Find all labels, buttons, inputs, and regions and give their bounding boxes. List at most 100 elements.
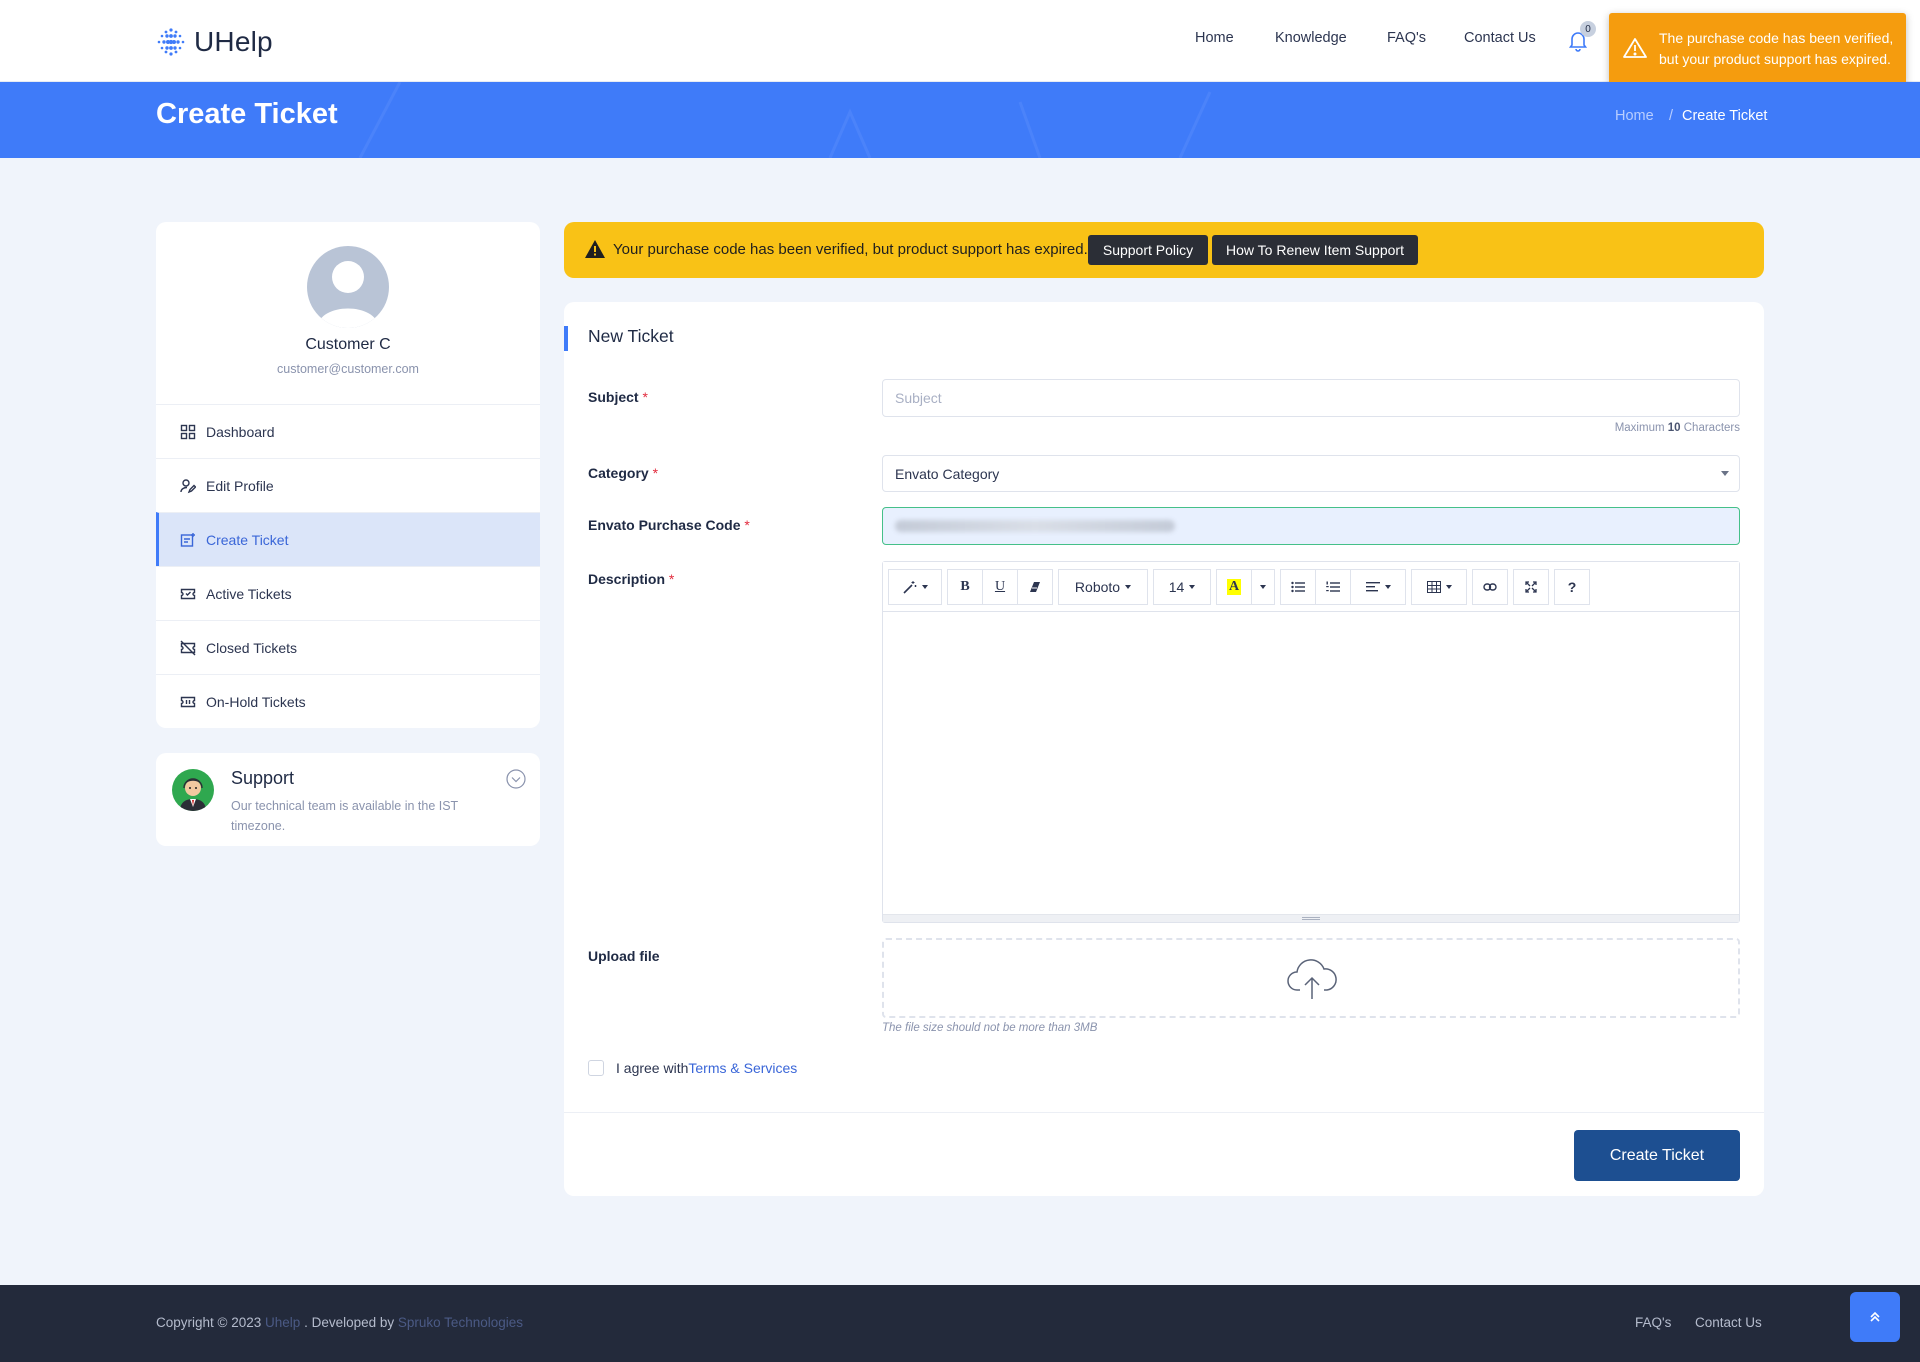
nav-knowledge[interactable]: Knowledge xyxy=(1275,30,1347,46)
category-value: Envato Category xyxy=(895,465,1000,482)
sidebar-item-label: Edit Profile xyxy=(206,477,274,494)
bullet-list-icon xyxy=(1291,581,1305,593)
bullet-list-button[interactable] xyxy=(1280,569,1316,605)
sidebar-item-label: On-Hold Tickets xyxy=(206,693,306,710)
fullscreen-button[interactable] xyxy=(1513,569,1549,605)
profile-email: customer@customer.com xyxy=(277,362,419,376)
text-color-dropdown[interactable] xyxy=(1251,569,1275,605)
alert-message: Your purchase code has been verified, bu… xyxy=(613,241,1088,258)
support-expired-alert: Your purchase code has been verified, bu… xyxy=(564,222,1764,278)
sidebar-item-label: Active Tickets xyxy=(206,585,292,602)
paragraph-align-dropdown[interactable] xyxy=(1350,569,1406,605)
avatar xyxy=(307,246,389,328)
footer-brand-link[interactable]: Uhelp xyxy=(265,1315,300,1330)
warning-icon xyxy=(585,240,605,258)
logo-icon xyxy=(157,28,185,56)
renew-support-button[interactable]: How To Renew Item Support xyxy=(1212,235,1418,265)
category-select[interactable]: Envato Category xyxy=(882,455,1740,492)
edit-profile-icon xyxy=(180,479,196,494)
support-policy-button[interactable]: Support Policy xyxy=(1088,235,1208,265)
sidebar-item-active-tickets[interactable]: Active Tickets xyxy=(156,566,540,620)
purchase-code-blurred-value xyxy=(895,520,1175,532)
category-label: Category * xyxy=(588,465,659,481)
terms-link[interactable]: Terms & Services xyxy=(688,1060,797,1076)
help-button[interactable]: ? xyxy=(1554,569,1590,605)
underline-button[interactable]: U xyxy=(982,569,1018,605)
eraser-icon xyxy=(1030,582,1040,592)
onhold-ticket-icon xyxy=(180,696,196,708)
table-dropdown[interactable] xyxy=(1411,569,1467,605)
purchase-code-input[interactable] xyxy=(882,507,1740,545)
profile-card: Customer C customer@customer.com Dashboa… xyxy=(156,222,540,728)
chevron-down-circle-icon[interactable] xyxy=(506,769,526,789)
form-title: New Ticket xyxy=(588,326,674,346)
agree-text: I agree with xyxy=(616,1060,689,1076)
sidebar-item-label: Dashboard xyxy=(206,423,275,440)
ticket-icon xyxy=(180,588,196,600)
font-color-icon: A xyxy=(1226,579,1242,595)
font-family-dropdown[interactable]: Roboto xyxy=(1058,569,1148,605)
site-footer: Copyright © 2023 Uhelp . Developed by Sp… xyxy=(0,1285,1920,1362)
closed-ticket-icon xyxy=(180,640,196,656)
fullscreen-icon xyxy=(1525,581,1537,593)
brand-logo[interactable]: UHelp xyxy=(156,26,273,58)
sidebar-item-create-ticket[interactable]: Create Ticket xyxy=(156,512,540,566)
support-agent-icon xyxy=(180,778,206,811)
nav-contact-us[interactable]: Contact Us xyxy=(1464,30,1536,46)
new-ticket-form: New Ticket Subject * Subject Maximum 10 … xyxy=(564,302,1764,1196)
description-label: Description * xyxy=(588,571,675,587)
breadcrumb-separator: / xyxy=(1669,108,1674,124)
page-title: Create Ticket xyxy=(156,98,338,130)
chevron-down-icon xyxy=(1721,471,1729,476)
sidebar-item-label: Closed Tickets xyxy=(206,639,298,656)
bold-button[interactable]: B xyxy=(947,569,983,605)
form-footer-divider xyxy=(564,1112,1764,1113)
breadcrumb-current: Create Ticket xyxy=(1682,108,1768,124)
create-ticket-button[interactable]: Create Ticket xyxy=(1574,1130,1740,1181)
description-editor[interactable]: B U Roboto 14 A ? xyxy=(882,561,1740,923)
subject-label: Subject * xyxy=(588,389,648,405)
profile-name: Customer C xyxy=(305,336,391,353)
magic-style-button[interactable] xyxy=(888,569,942,605)
nav-home[interactable]: Home xyxy=(1195,30,1234,46)
terms-agreement: I agree with Terms & Services xyxy=(588,1060,797,1076)
terms-checkbox[interactable] xyxy=(588,1060,604,1076)
ordered-list-button[interactable] xyxy=(1315,569,1351,605)
editor-resize-handle[interactable] xyxy=(883,914,1739,922)
insert-link-button[interactable] xyxy=(1472,569,1508,605)
user-silhouette-icon xyxy=(317,261,379,328)
footer-faqs-link[interactable]: FAQ's xyxy=(1635,1315,1671,1330)
footer-contact-link[interactable]: Contact Us xyxy=(1695,1315,1762,1330)
support-agent-avatar xyxy=(172,769,214,811)
expired-support-toast[interactable]: The purchase code has been verified, but… xyxy=(1609,13,1906,85)
warning-icon xyxy=(1623,38,1647,58)
copyright: Copyright © 2023 Uhelp . Developed by Sp… xyxy=(156,1315,523,1330)
developer-link[interactable]: Spruko Technologies xyxy=(398,1315,523,1330)
support-text: Our technical team is available in the I… xyxy=(231,799,458,833)
purchase-code-label: Envato Purchase Code * xyxy=(588,517,750,533)
font-size-dropdown[interactable]: 14 xyxy=(1153,569,1211,605)
clear-format-button[interactable] xyxy=(1017,569,1053,605)
sidebar-item-closed-tickets[interactable]: Closed Tickets xyxy=(156,620,540,674)
breadcrumb-home[interactable]: Home xyxy=(1615,108,1654,124)
subject-input[interactable]: Subject xyxy=(882,379,1740,417)
page-header-banner: Create Ticket Home / Create Ticket xyxy=(0,82,1920,158)
align-left-icon xyxy=(1365,582,1380,592)
support-card: Support Our technical team is available … xyxy=(156,753,540,846)
sidebar-item-edit-profile[interactable]: Edit Profile xyxy=(156,458,540,512)
back-to-top-button[interactable] xyxy=(1850,1292,1900,1342)
sidebar-item-onhold-tickets[interactable]: On-Hold Tickets xyxy=(156,674,540,728)
notification-count-badge: 0 xyxy=(1580,21,1596,37)
text-color-button[interactable]: A xyxy=(1216,569,1252,605)
upload-label: Upload file xyxy=(588,948,660,964)
font-family-value: Roboto xyxy=(1074,579,1121,595)
cloud-upload-icon xyxy=(1287,959,1337,999)
support-title: Support xyxy=(231,768,295,788)
nav-faqs[interactable]: FAQ's xyxy=(1387,30,1426,46)
create-ticket-icon xyxy=(180,533,195,547)
dashboard-icon xyxy=(180,424,196,440)
table-icon xyxy=(1426,581,1441,593)
file-upload-dropzone[interactable] xyxy=(882,938,1740,1018)
upload-hint: The file size should not be more than 3M… xyxy=(882,1022,1098,1034)
sidebar-item-dashboard[interactable]: Dashboard xyxy=(156,404,540,458)
